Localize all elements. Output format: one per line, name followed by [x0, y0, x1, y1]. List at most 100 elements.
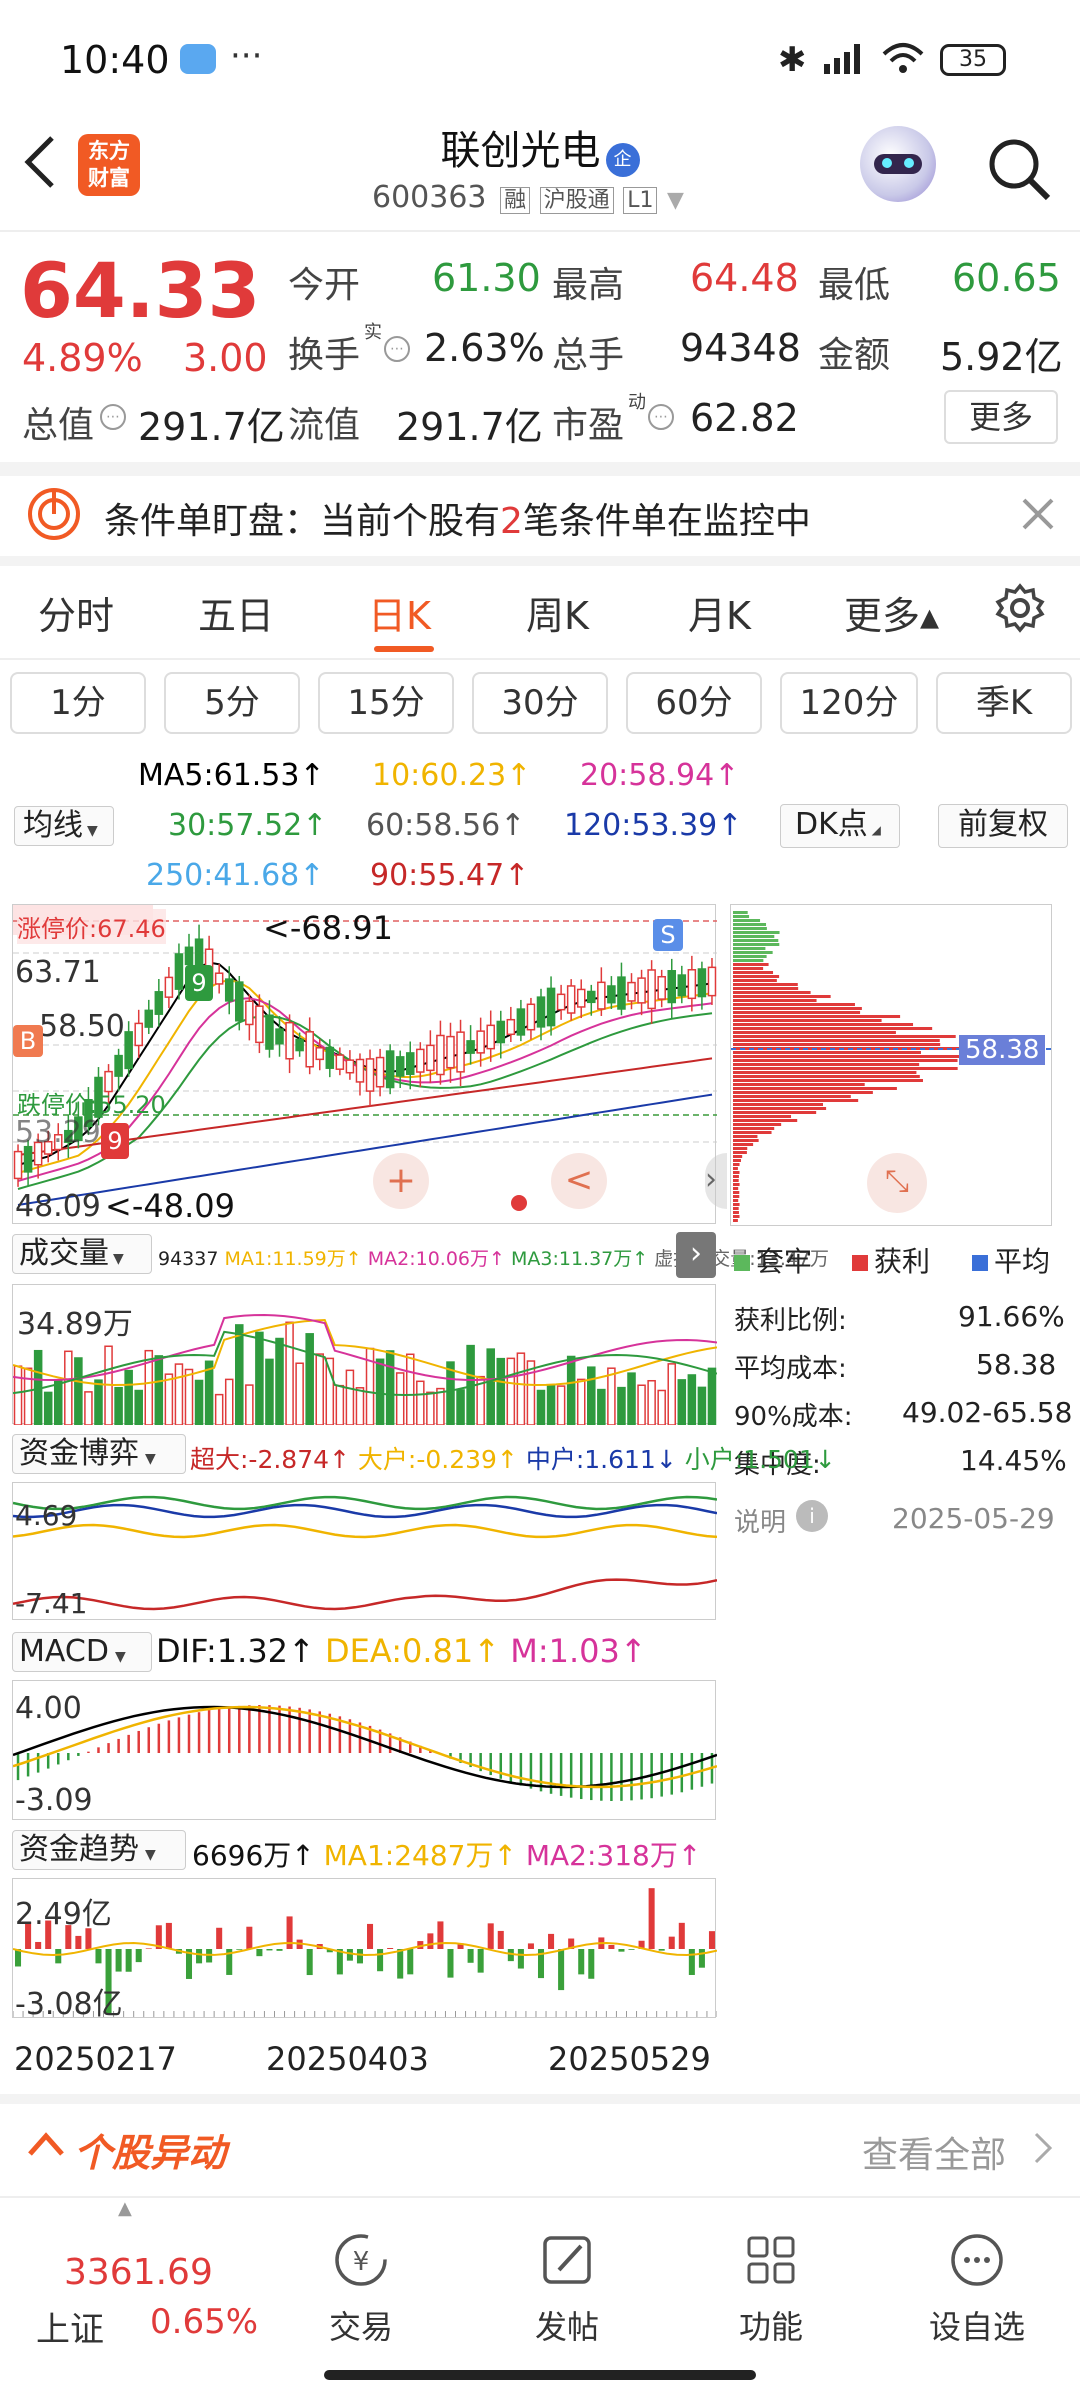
- buy-badge[interactable]: B: [13, 1025, 43, 1057]
- chip-bar: [733, 995, 831, 998]
- info-icon[interactable]: ⋯: [100, 404, 126, 430]
- chip-bar: [733, 1135, 758, 1138]
- chip-bar: [733, 939, 779, 942]
- chip-bar: [733, 919, 761, 922]
- target-icon: [26, 486, 82, 546]
- volume-selector[interactable]: 成交量 ▼: [12, 1234, 152, 1274]
- green-square-icon: [734, 1255, 750, 1271]
- edit-icon: [543, 2236, 591, 2284]
- info-icon[interactable]: ⋯: [384, 336, 410, 362]
- chip-bar: [733, 1011, 861, 1014]
- banner-text-2: 笔条件单在监控中: [522, 501, 811, 542]
- chip-bar: [733, 931, 780, 934]
- info-icon[interactable]: ⋯: [648, 404, 674, 430]
- volume-bar: [375, 1358, 385, 1426]
- chip-bar: [733, 1079, 923, 1082]
- chevron-right-icon[interactable]: [1032, 2130, 1056, 2170]
- robot-avatar[interactable]: [860, 126, 936, 202]
- fund-game-selector[interactable]: 资金博弈 ▼: [12, 1434, 186, 1474]
- fund-trend-value: 6696万↑: [192, 1839, 315, 1872]
- dk-button[interactable]: DK点 ◢: [780, 804, 900, 848]
- index-value[interactable]: 3361.69: [64, 2252, 213, 2293]
- tab-daily-k[interactable]: 日K: [368, 585, 431, 640]
- trend-bar: [135, 1949, 142, 1963]
- candle: [134, 1022, 143, 1047]
- candle: [335, 1054, 345, 1070]
- nav-post[interactable]: 发帖: [492, 2230, 642, 2348]
- more-button[interactable]: 更多: [944, 390, 1058, 444]
- tab-more[interactable]: 更多▴: [844, 585, 939, 640]
- stock-movement-section[interactable]: 个股异动 查看全部: [0, 2112, 1080, 2182]
- adjust-button[interactable]: 前复权: [938, 804, 1068, 848]
- trend-bar: [145, 1948, 152, 1949]
- y-label-3: 53.29: [15, 1115, 101, 1150]
- nine-badge[interactable]: 9: [101, 1123, 129, 1159]
- index-name[interactable]: 上证: [36, 2302, 104, 2351]
- macd-chart[interactable]: 4.00 -3.09: [12, 1680, 718, 1820]
- period-120min[interactable]: 120分: [780, 672, 918, 734]
- volume-bar: [506, 1357, 516, 1426]
- period-5min[interactable]: 5分: [164, 672, 300, 734]
- float-label: 流值: [288, 405, 361, 446]
- open-label: 今开: [288, 265, 361, 306]
- close-icon[interactable]: [1020, 496, 1056, 536]
- chip-bar: [733, 1071, 917, 1074]
- condition-order-banner[interactable]: 条件单盯盘：当前个股有2笔条件单在监控中: [0, 476, 1080, 554]
- search-icon[interactable]: [984, 134, 1054, 208]
- period-quarter-k[interactable]: 季K: [936, 672, 1072, 734]
- nav-function-label: 功能: [738, 2308, 803, 2346]
- more-dots: ···: [230, 36, 263, 76]
- tab-monthly-k[interactable]: 月K: [688, 585, 751, 640]
- chip-bar: [733, 1003, 855, 1006]
- period-15min[interactable]: 15分: [318, 672, 454, 734]
- chevron-down-icon[interactable]: ▼: [667, 188, 684, 213]
- fund-trend-chart[interactable]: 2.49亿 -3.08亿: [12, 1878, 718, 2022]
- view-all-link[interactable]: 查看全部: [862, 2126, 1006, 2178]
- tab-weekly-k[interactable]: 周K: [526, 585, 589, 640]
- nav-function[interactable]: 功能: [696, 2230, 846, 2348]
- gear-icon[interactable]: [994, 582, 1046, 638]
- nine-badge[interactable]: 9: [185, 965, 213, 1001]
- expand-arrow-icon[interactable]: ›: [676, 1232, 716, 1278]
- nav-add-watchlist[interactable]: 设自选: [902, 2230, 1052, 2348]
- fund-line: [12, 1523, 718, 1539]
- red-square-icon: [852, 1255, 868, 1271]
- nav-trade[interactable]: ¥ 交易: [286, 2230, 436, 2348]
- chip-bar: [733, 1059, 958, 1062]
- candle: [23, 1145, 33, 1173]
- trend-bar: [246, 1926, 253, 1949]
- chip-bar: [733, 1115, 792, 1118]
- candle: [496, 1020, 506, 1044]
- collapse-icon[interactable]: ▲: [118, 2198, 132, 2219]
- ma250-value: 250:41.68↑: [146, 858, 325, 893]
- macd-selector[interactable]: MACD ▼: [12, 1632, 152, 1672]
- info-icon[interactable]: i: [796, 1500, 828, 1532]
- chip-distribution[interactable]: 58.38 ⤡: [730, 904, 1053, 1226]
- prev-icon[interactable]: <: [551, 1153, 607, 1209]
- tag-margin: 融: [500, 187, 531, 214]
- kline-chart[interactable]: 涨停价:67.46 63.71 58.50 跌停价:55.20 53.29 48…: [12, 904, 727, 1225]
- chip-bar: [733, 1187, 739, 1190]
- volume-chart[interactable]: 34.89万: [12, 1284, 718, 1426]
- zoom-in-icon[interactable]: +: [373, 1153, 429, 1209]
- period-60min[interactable]: 60分: [626, 672, 762, 734]
- trend-bar: [407, 1949, 414, 1975]
- candle: [154, 991, 164, 1015]
- fund-game-chart[interactable]: 4.69 -7.41: [12, 1482, 718, 1620]
- index-change[interactable]: 0.65%: [150, 2302, 258, 2342]
- trend-bar: [658, 1949, 665, 1951]
- candle: [506, 1018, 516, 1036]
- period-1min[interactable]: 1分: [10, 672, 146, 734]
- sell-badge[interactable]: S: [653, 919, 683, 951]
- chip-bar: [733, 975, 780, 978]
- fund-trend-selector[interactable]: 资金趋势 ▼: [12, 1830, 186, 1870]
- ma-selector[interactable]: 均线 ▼: [14, 806, 114, 846]
- note-label[interactable]: 说明: [734, 1502, 786, 1539]
- candle: [214, 972, 224, 985]
- period-30min[interactable]: 30分: [472, 672, 608, 734]
- tab-intraday[interactable]: 分时: [38, 585, 114, 640]
- tab-five-day[interactable]: 五日: [198, 585, 274, 640]
- ma-selector-label: 均线: [23, 808, 83, 843]
- expand-icon[interactable]: ⤡: [867, 1153, 927, 1213]
- fund-y-top: 4.69: [15, 1499, 78, 1532]
